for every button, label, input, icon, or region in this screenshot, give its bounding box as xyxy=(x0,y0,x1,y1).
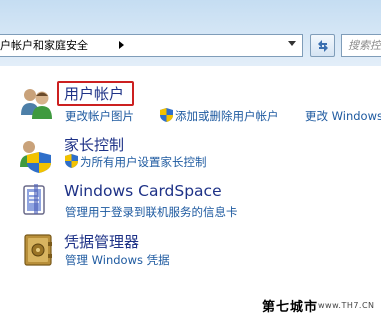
address-bar[interactable]: 户帐户和家庭安全 xyxy=(0,34,303,57)
uac-shield-icon xyxy=(160,108,173,122)
watermark: 第七城市 www.TH7.CN xyxy=(262,296,381,316)
cardspace-icon xyxy=(23,184,45,215)
add-remove-accounts-link[interactable]: 添加或删除用户帐户 xyxy=(175,108,279,124)
manage-windows-credentials-link[interactable]: 管理 Windows 凭据 xyxy=(65,252,170,268)
parental-controls-title[interactable]: 家长控制 xyxy=(64,134,124,155)
search-input[interactable]: 搜索控 xyxy=(341,34,381,57)
parental-controls-icon xyxy=(20,141,51,173)
address-dropdown-icon[interactable] xyxy=(288,41,296,46)
control-panel-content: 用户帐户 更改帐户图片 添加或删除用户帐户 更改 Windows 家长控制 为所… xyxy=(0,66,381,316)
watermark-text: 第七城市 xyxy=(262,300,319,315)
refresh-icon xyxy=(318,40,328,52)
set-parental-controls-link[interactable]: 为所有用户设置家长控制 xyxy=(80,154,207,170)
cardspace-title[interactable]: Windows CardSpace xyxy=(64,182,222,200)
watermark-url: www.TH7.CN xyxy=(318,301,375,310)
navigation-bar: 户帐户和家庭安全 搜索控 xyxy=(0,0,381,66)
change-windows-link[interactable]: 更改 Windows xyxy=(305,108,381,124)
breadcrumb[interactable]: 户帐户和家庭安全 xyxy=(0,39,88,52)
credential-vault-icon xyxy=(24,234,52,266)
users-icon xyxy=(21,89,52,119)
change-picture-link[interactable]: 更改帐户图片 xyxy=(65,108,134,124)
user-accounts-title[interactable]: 用户帐户 xyxy=(64,83,124,104)
breadcrumb-arrow-icon[interactable] xyxy=(119,41,124,49)
manage-info-cards-link[interactable]: 管理用于登录到联机服务的信息卡 xyxy=(65,204,238,220)
uac-shield-icon xyxy=(65,154,78,168)
refresh-button[interactable] xyxy=(310,34,335,57)
credential-manager-title[interactable]: 凭据管理器 xyxy=(64,231,139,252)
